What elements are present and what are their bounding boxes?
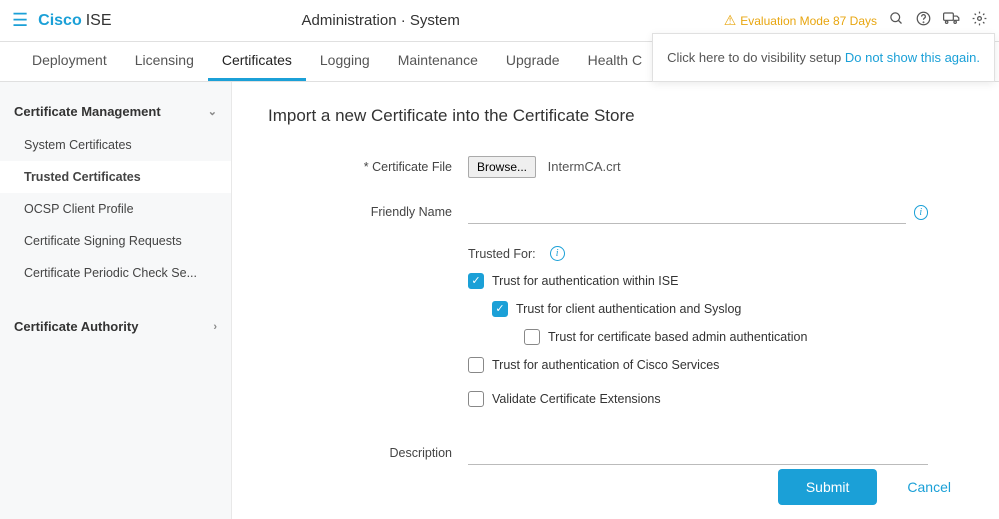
hamburger-icon[interactable]: ☰ — [12, 10, 28, 31]
brand-logo: Cisco — [38, 12, 82, 30]
trusted-for-label: Trusted For: i — [468, 246, 957, 261]
sidebar-item-ocsp[interactable]: OCSP Client Profile — [0, 193, 231, 225]
checkbox-label: Validate Certificate Extensions — [492, 392, 661, 406]
notification-text: Click here to do visibility setup — [667, 50, 845, 65]
submit-button[interactable]: Submit — [778, 469, 878, 505]
tab-health[interactable]: Health C — [574, 42, 656, 81]
sidebar-group-cert-mgmt[interactable]: Certificate Management ⌄ — [0, 92, 231, 129]
info-icon[interactable]: i — [550, 246, 565, 261]
sidebar-item-csr[interactable]: Certificate Signing Requests — [0, 225, 231, 257]
checkbox-label: Trust for certificate based admin authen… — [548, 330, 807, 344]
tab-licensing[interactable]: Licensing — [121, 42, 208, 81]
sidebar-group-cert-authority[interactable]: Certificate Authority › — [0, 307, 231, 344]
gear-icon[interactable] — [972, 11, 987, 30]
cancel-button[interactable]: Cancel — [907, 479, 951, 495]
checkbox-label: Trust for authentication of Cisco Servic… — [492, 358, 719, 372]
help-icon[interactable] — [916, 11, 931, 30]
checkbox-label: Trust for authentication within ISE — [492, 274, 678, 288]
checkbox-validate-ext[interactable] — [468, 391, 484, 407]
tab-upgrade[interactable]: Upgrade — [492, 42, 574, 81]
chevron-down-icon: ⌄ — [208, 105, 217, 118]
checkbox-cisco-services[interactable] — [468, 357, 484, 373]
browse-button[interactable]: Browse... — [468, 156, 536, 178]
tab-logging[interactable]: Logging — [306, 42, 384, 81]
warning-icon: ⚠ — [724, 12, 737, 29]
tab-maintenance[interactable]: Maintenance — [384, 42, 492, 81]
checkbox-label: Trust for client authentication and Sysl… — [516, 302, 741, 316]
info-icon[interactable]: i — [914, 205, 928, 220]
label-friendly-name: Friendly Name — [268, 205, 468, 219]
chevron-right-icon: › — [213, 321, 217, 333]
page-title: Import a new Certificate into the Certif… — [268, 106, 957, 126]
eval-mode-badge[interactable]: ⚠ Evaluation Mode 87 Days — [724, 12, 877, 29]
search-icon[interactable] — [889, 11, 904, 30]
label-description: Description — [268, 446, 468, 460]
description-input[interactable] — [468, 441, 928, 465]
sidebar-item-system-certs[interactable]: System Certificates — [0, 129, 231, 161]
friendly-name-input[interactable] — [468, 200, 906, 224]
checkbox-cert-admin[interactable] — [524, 329, 540, 345]
checkbox-auth-ise[interactable] — [468, 273, 484, 289]
sidebar-item-periodic-check[interactable]: Certificate Periodic Check Se... — [0, 257, 231, 289]
sidebar-group-label: Certificate Authority — [14, 319, 138, 334]
tab-certificates[interactable]: Certificates — [208, 42, 306, 81]
sidebar: Certificate Management ⌄ System Certific… — [0, 82, 232, 519]
checkbox-client-syslog[interactable] — [492, 301, 508, 317]
notification-dismiss-link[interactable]: Do not show this again. — [845, 50, 980, 65]
breadcrumb: Administration · System — [302, 12, 460, 29]
sidebar-item-trusted-certs[interactable]: Trusted Certificates — [0, 161, 231, 193]
sidebar-group-label: Certificate Management — [14, 104, 161, 119]
main-content: Import a new Certificate into the Certif… — [232, 82, 999, 519]
eval-mode-text: Evaluation Mode 87 Days — [740, 14, 877, 28]
tab-deployment[interactable]: Deployment — [18, 42, 121, 81]
label-cert-file: * Certificate File — [268, 160, 468, 174]
visibility-notification: Click here to do visibility setup Do not… — [652, 33, 995, 82]
brand-suffix: ISE — [86, 12, 112, 30]
selected-file-name: IntermCA.crt — [548, 159, 621, 174]
